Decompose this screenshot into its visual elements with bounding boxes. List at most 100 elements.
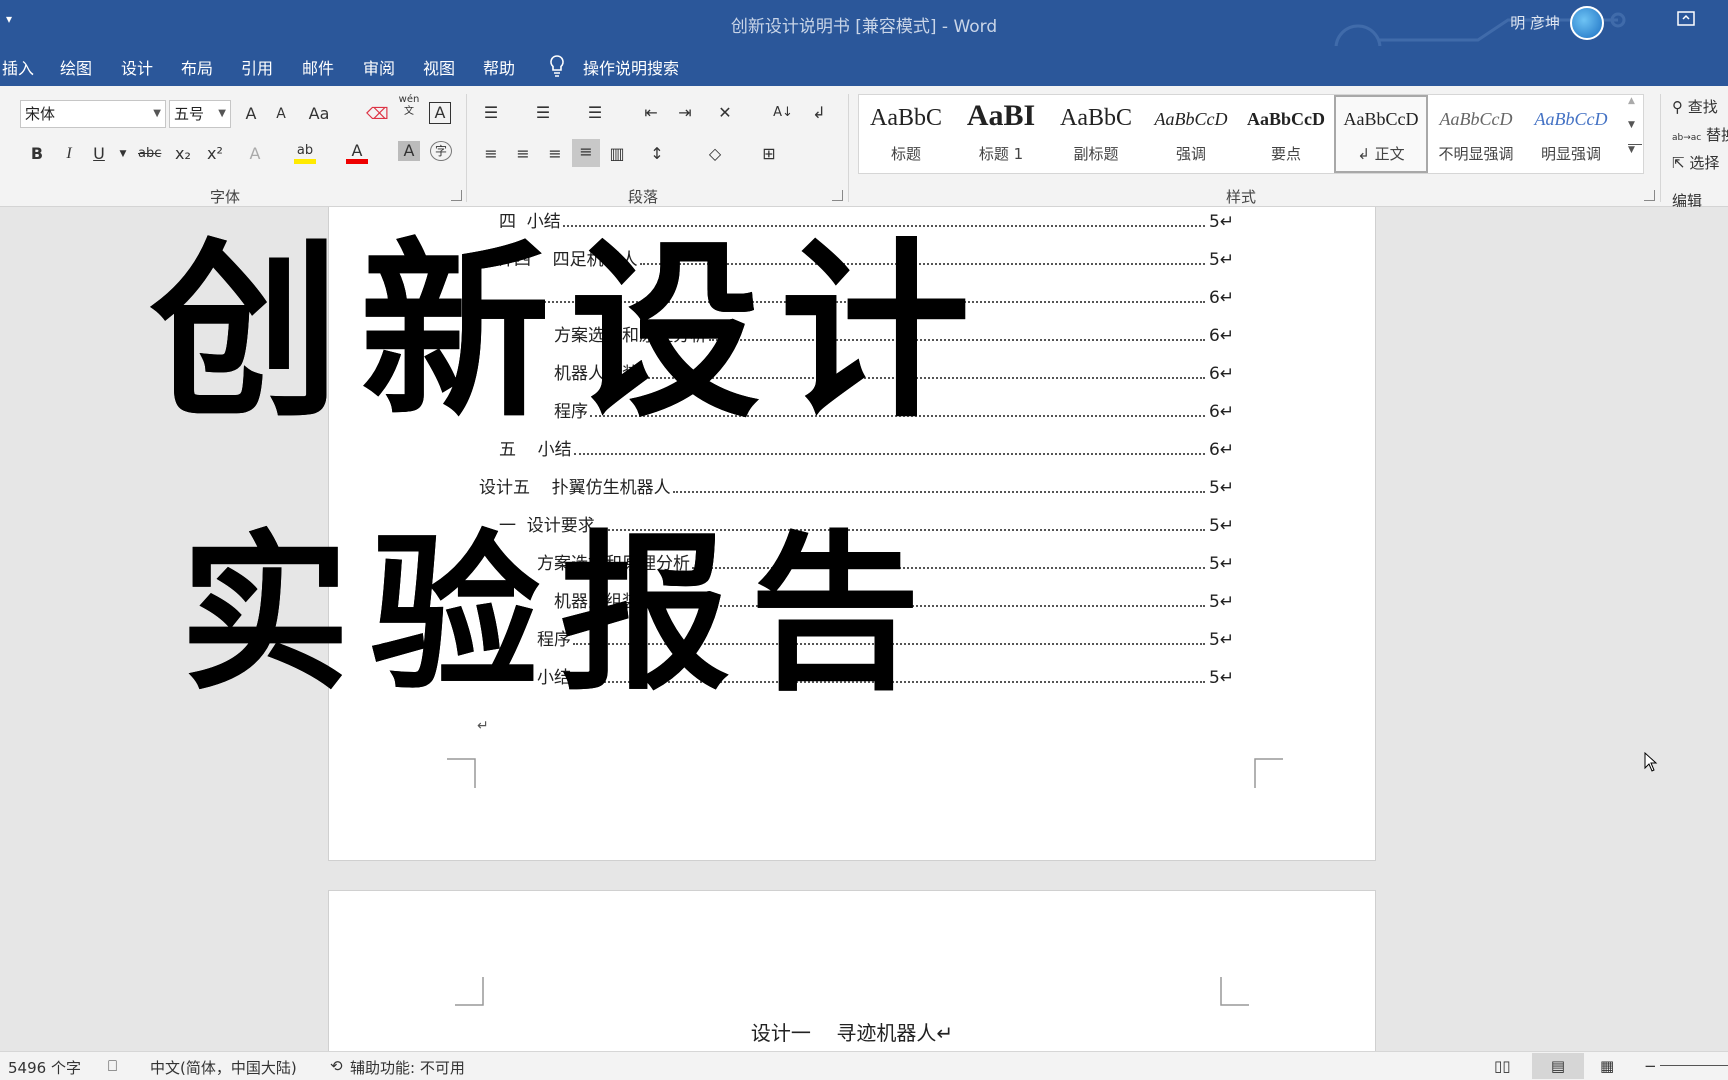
tab-insert[interactable]: 插入 <box>2 55 34 79</box>
style-emphasis[interactable]: AaBbCcD 强调 <box>1144 95 1238 173</box>
document-page[interactable]: 设计一 寻迹机器人↵ <box>328 890 1376 1051</box>
style-normal[interactable]: AaBbCcD ↲ 正文 <box>1334 95 1428 173</box>
user-name[interactable]: 明 彦坤 <box>1510 12 1560 33</box>
section-heading[interactable]: 设计一 寻迹机器人↵ <box>329 1017 1375 1046</box>
subscript-button[interactable]: x₂ <box>172 141 194 167</box>
toc-entry[interactable]: 程序 5↵ <box>537 626 1239 650</box>
decrease-indent-icon[interactable]: ⇤ <box>640 100 662 126</box>
toc-entry[interactable]: 计四 四足机器人 5↵ <box>497 246 1239 270</box>
tab-design[interactable]: 设计 <box>121 55 153 79</box>
shading-icon[interactable]: ◇ <box>704 141 726 167</box>
zoom-out-icon[interactable]: − <box>1644 1057 1657 1075</box>
change-case-button[interactable]: Aa <box>308 101 330 127</box>
toc-entry[interactable]: 小结 5↵ <box>537 664 1239 688</box>
style-intense-emphasis[interactable]: AaBbCcD 明显强调 <box>1524 95 1618 173</box>
font-size-select[interactable]: 五号 ▼ <box>169 100 231 128</box>
increase-indent-icon[interactable]: ⇥ <box>674 100 696 126</box>
tab-review[interactable]: 审阅 <box>363 55 395 79</box>
italic-button[interactable]: I <box>58 141 80 167</box>
web-layout-icon[interactable]: ▦ <box>1600 1057 1614 1075</box>
tab-references[interactable]: 引用 <box>241 55 273 79</box>
zoom-slider[interactable] <box>1660 1065 1728 1066</box>
style-heading-1[interactable]: AaBI 标题 1 <box>954 95 1048 173</box>
chevron-down-icon[interactable]: ▼ <box>1628 120 1642 144</box>
bullets-icon[interactable]: ☰ <box>480 100 502 126</box>
enclose-characters-button[interactable]: 字 <box>430 141 452 161</box>
character-border-button[interactable]: A <box>429 102 451 124</box>
justify-icon[interactable]: ≡ <box>572 139 600 167</box>
toc-entry[interactable]: 程序 6↵ <box>554 398 1239 422</box>
replace-button[interactable]: ab→ac 替换 <box>1672 124 1728 145</box>
style-sample: AaBbCcD <box>1246 109 1325 129</box>
toc-entry[interactable]: 一 设计要求 5↵ <box>499 512 1239 536</box>
avatar[interactable] <box>1570 6 1604 40</box>
tell-me-search[interactable]: 操作说明搜索 <box>583 55 679 79</box>
language-status[interactable]: 中文(简体，中国大陆) <box>150 1057 297 1078</box>
font-name-select[interactable]: 宋体 ▼ <box>20 100 166 128</box>
style-subtitle[interactable]: AaBbC 副标题 <box>1049 95 1143 173</box>
distributed-icon[interactable]: ▥ <box>606 141 628 167</box>
proofing-icon[interactable]: ⎕ <box>108 1057 117 1075</box>
style-title[interactable]: AaBbC 标题 <box>859 95 953 173</box>
print-layout-icon[interactable]: ▤ <box>1532 1053 1584 1079</box>
multilevel-list-icon[interactable]: ☰ <box>584 100 606 126</box>
toc-entry[interactable]: 四 小结 5↵ <box>499 208 1239 232</box>
highlight-button[interactable]: ab <box>294 138 316 164</box>
strikethrough-button[interactable]: abc <box>138 141 161 167</box>
style-name: 要点 <box>1270 145 1301 163</box>
align-right-icon[interactable]: ≡ <box>544 141 566 167</box>
more-styles-icon[interactable]: ▼ <box>1628 144 1642 168</box>
chevron-up-icon[interactable]: ▲ <box>1628 96 1642 120</box>
font-color-button[interactable]: A <box>346 138 368 164</box>
tab-mailings[interactable]: 邮件 <box>302 55 334 79</box>
document-area[interactable]: 四 小结 5↵ 计四 四足机器人 5↵ 6↵ 方案选择和原理分析 6↵ 机器人组装 6↵… <box>0 207 1728 1051</box>
accessibility-status[interactable]: 辅助功能: 不可用 <box>350 1057 465 1078</box>
tab-help[interactable]: 帮助 <box>483 55 515 79</box>
borders-icon[interactable]: ⊞ <box>758 141 780 167</box>
lightbulb-icon <box>550 55 564 77</box>
style-name: 副标题 <box>1073 145 1119 163</box>
superscript-button[interactable]: x² <box>204 141 226 167</box>
select-button[interactable]: ⇱ 选择 <box>1672 152 1719 173</box>
find-button[interactable]: ⚲ 查找 <box>1672 96 1718 117</box>
align-center-icon[interactable]: ≡ <box>512 141 534 167</box>
read-mode-icon[interactable]: ▯▯ <box>1494 1057 1511 1075</box>
chevron-down-icon[interactable]: ▼ <box>112 141 134 167</box>
align-left-icon[interactable]: ≡ <box>480 141 502 167</box>
numbering-icon[interactable]: ☰ <box>532 100 554 126</box>
shrink-font-button[interactable]: A <box>270 101 292 127</box>
clear-formatting-icon[interactable]: ⌫ <box>366 101 389 127</box>
tab-view[interactable]: 视图 <box>423 55 455 79</box>
grow-font-button[interactable]: A <box>240 101 262 127</box>
style-strong[interactable]: AaBbCcD 要点 <box>1239 95 1333 173</box>
crop-mark <box>1220 977 1249 1006</box>
underline-button[interactable]: U <box>88 141 110 167</box>
tab-layout[interactable]: 布局 <box>181 55 213 79</box>
ribbon-display-icon[interactable] <box>1676 10 1698 30</box>
word-count[interactable]: 5496 个字 <box>8 1057 81 1078</box>
styles-scrollbar[interactable]: ▲ ▼ ▼ <box>1628 96 1642 172</box>
phonetic-guide-button[interactable]: wén 文 <box>398 94 420 120</box>
sort-button[interactable]: A↓ <box>772 100 794 126</box>
toc-entry[interactable]: 机器人组装 6↵ <box>554 360 1239 384</box>
paragraph-dialog-launcher-icon[interactable] <box>832 190 843 201</box>
toc-entry[interactable]: 机器人组装 5↵ <box>554 588 1239 612</box>
line-spacing-icon[interactable]: ↕ <box>646 141 668 167</box>
font-dialog-launcher-icon[interactable] <box>451 190 462 201</box>
toc-entry[interactable]: 方案选择和原理分析 5↵ <box>537 550 1239 574</box>
character-shading-button[interactable]: A <box>398 141 420 161</box>
bold-button[interactable]: B <box>26 141 48 167</box>
show-marks-button[interactable]: ↲ <box>808 100 830 126</box>
styles-dialog-launcher-icon[interactable] <box>1644 190 1655 201</box>
toc-entry[interactable]: 设计五 扑翼仿生机器人 5↵ <box>479 474 1239 498</box>
text-effects-button[interactable]: A <box>244 141 266 167</box>
toc-entry[interactable]: 方案选择和原理分析 6↵ <box>554 322 1239 346</box>
tab-draw[interactable]: 绘图 <box>60 55 92 79</box>
document-page[interactable]: 四 小结 5↵ 计四 四足机器人 5↵ 6↵ 方案选择和原理分析 6↵ 机器人组装 6↵… <box>328 207 1376 861</box>
toc-text: 方案选择和原理分析 <box>554 326 707 346</box>
chinese-layout-icon[interactable]: ✕ <box>714 100 736 126</box>
style-name: 不明显强调 <box>1438 145 1514 163</box>
style-subtle-emphasis[interactable]: AaBbCcD 不明显强调 <box>1429 95 1523 173</box>
toc-entry[interactable]: 五 小结 6↵ <box>499 436 1239 460</box>
toc-entry[interactable]: 6↵ <box>519 284 1239 308</box>
